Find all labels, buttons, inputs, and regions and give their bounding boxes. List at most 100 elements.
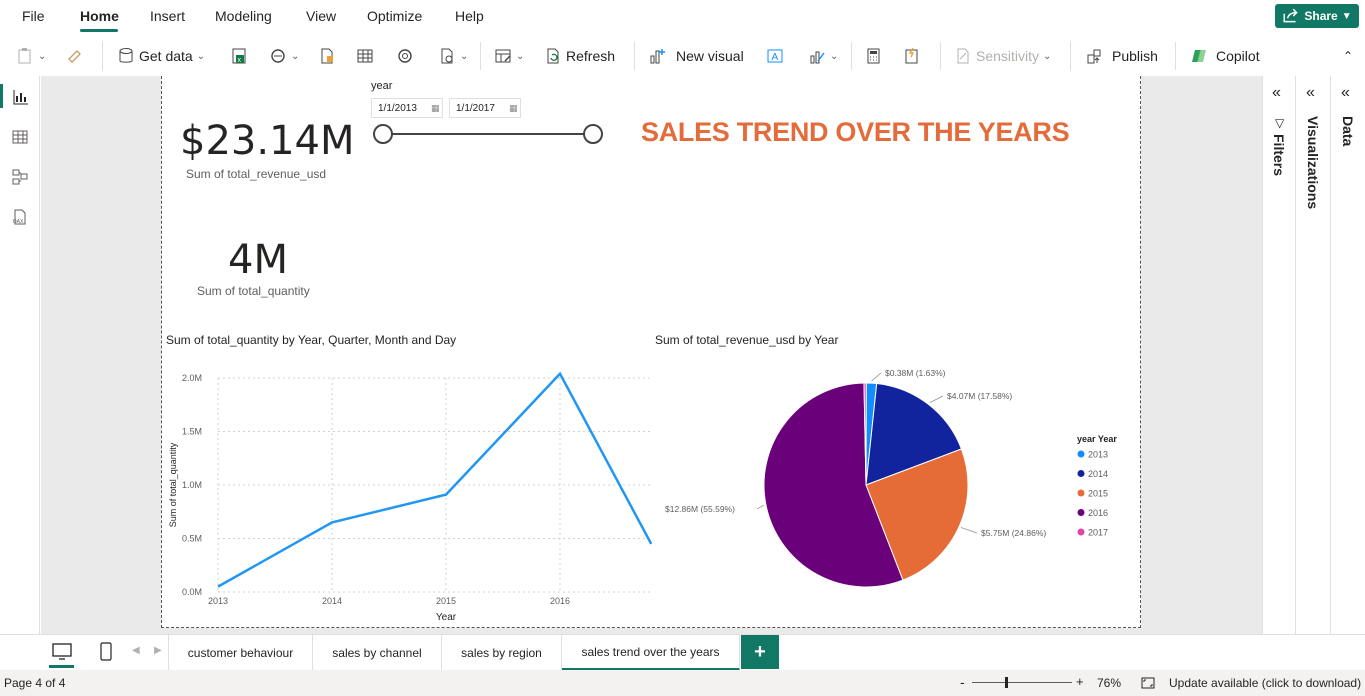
new-measure-button[interactable] — [864, 44, 882, 68]
x-tick-label: 2015 — [436, 596, 456, 606]
onelake-button[interactable]: ⌄ — [269, 44, 299, 68]
slicer-start-date[interactable]: 1/1/2013 ▦ — [371, 98, 443, 118]
slicer-start-handle[interactable] — [373, 124, 393, 144]
clock-document-icon — [441, 48, 453, 64]
status-bar: Page 4 of 4 - + 76% Update available (cl… — [0, 670, 1365, 696]
y-axis-title: Sum of total_quantity — [168, 442, 178, 527]
transform-data-button[interactable]: ⌄ — [494, 44, 524, 68]
visualizations-pane-title: Visualizations — [1305, 116, 1321, 210]
copilot-button[interactable]: Copilot — [1190, 44, 1260, 68]
menu-modeling[interactable]: Modeling — [215, 8, 272, 24]
tab-sales-by-region[interactable]: sales by region — [442, 635, 562, 671]
legend-item: 2013 — [1088, 450, 1108, 460]
paste-button[interactable]: ⌄ — [16, 44, 46, 68]
recent-sources-button[interactable]: ⌄ — [438, 44, 468, 68]
more-visuals-button[interactable]: ⌄ — [808, 44, 838, 68]
tab-sales-by-channel[interactable]: sales by channel — [313, 635, 442, 671]
quick-measure-button[interactable] — [902, 44, 920, 68]
desktop-layout-icon[interactable] — [51, 642, 73, 662]
menu-home[interactable]: Home — [80, 8, 119, 24]
dax-query-view-icon[interactable]: DAX — [11, 208, 29, 226]
y-tick-label: 2.0M — [182, 373, 202, 383]
slicer-start-value: 1/1/2013 — [378, 102, 417, 114]
fit-to-page-icon[interactable] — [1140, 675, 1156, 691]
scroll-right-icon[interactable]: ▶ — [154, 645, 162, 656]
scroll-left-icon[interactable]: ◀ — [132, 645, 140, 656]
share-button[interactable]: Share ▼ — [1275, 4, 1359, 28]
zoom-out-button[interactable]: - — [960, 674, 965, 690]
pie-leader-line — [871, 372, 882, 382]
menu-help[interactable]: Help — [455, 8, 484, 24]
pie-leader-line — [960, 527, 978, 534]
tab-customer-behaviour[interactable]: customer behaviour — [168, 635, 313, 671]
mobile-layout-icon[interactable] — [98, 641, 114, 663]
chevron-down-icon: ▼ — [1341, 10, 1352, 22]
publish-icon — [1087, 49, 1101, 64]
pie-data-label: $5.75M (24.86%) — [981, 528, 1046, 538]
active-layout-indicator — [49, 665, 74, 668]
chevron-down-icon: ⌄ — [291, 50, 300, 62]
line-chart: 0.0M 0.5M 1.0M 1.5M 2.0M 2013 2014 2015 2016 Year… — [168, 371, 653, 623]
add-page-button[interactable]: + — [741, 635, 779, 669]
text-box-button[interactable]: A — [766, 44, 784, 68]
legend-marker — [1077, 470, 1085, 477]
slicer-end-handle[interactable] — [583, 124, 603, 144]
filter-icon: ▽ — [1275, 116, 1285, 130]
quantity-card-label: Sum of total_quantity — [197, 284, 310, 298]
data-pane[interactable]: « Data — [1330, 76, 1365, 634]
report-view-icon[interactable] — [11, 88, 29, 106]
data-hub-button[interactable] — [396, 44, 414, 68]
onelake-icon — [271, 49, 285, 63]
divider — [940, 42, 941, 70]
format-painter-button[interactable] — [66, 44, 84, 68]
sensitivity-button[interactable]: Sensitivity ⌄ — [954, 44, 1051, 68]
collapse-data-icon[interactable]: « — [1341, 84, 1350, 102]
tab-sales-trend-over-the-years[interactable]: sales trend over the years — [562, 635, 740, 671]
filters-pane[interactable]: « ▽ Filters — [1262, 76, 1295, 634]
legend-marker — [1077, 528, 1085, 536]
collapse-visualizations-icon[interactable]: « — [1306, 84, 1315, 102]
slicer-end-date[interactable]: 1/1/2017 ▦ — [449, 98, 521, 118]
model-view-icon[interactable] — [11, 168, 29, 186]
new-visual-button[interactable]: New visual — [648, 44, 744, 68]
enter-data-button[interactable] — [356, 44, 374, 68]
menu-file[interactable]: File — [22, 8, 45, 24]
legend-item: 2016 — [1088, 508, 1108, 518]
pie-data-label: $4.07M (17.58%) — [947, 391, 1012, 401]
get-data-button[interactable]: Get data ⌄ — [117, 44, 205, 68]
chevron-down-icon: ⌄ — [38, 50, 47, 62]
zoom-slider-track[interactable] — [972, 682, 1072, 683]
zoom-level: 76% — [1097, 676, 1122, 690]
get-data-label: Get data — [139, 48, 193, 64]
table-view-icon[interactable] — [11, 128, 29, 146]
dataverse-button[interactable] — [318, 44, 336, 68]
legend-item: 2015 — [1088, 489, 1108, 499]
active-menu-indicator — [80, 29, 118, 32]
collapse-ribbon-button[interactable]: ⌃ — [1343, 44, 1353, 68]
pie-chart: $0.38M (1.63%) $4.07M (17.58%) $5.75M (24.… — [665, 368, 1117, 588]
divider — [1175, 42, 1176, 70]
menu-insert[interactable]: Insert — [150, 8, 185, 24]
pie-leader-line — [929, 395, 944, 404]
divider — [1070, 42, 1071, 70]
slicer-track — [383, 133, 593, 135]
menu-bar: File Home Insert Modeling View Optimize … — [0, 0, 1365, 34]
collapse-filters-icon[interactable]: « — [1272, 84, 1281, 102]
refresh-button[interactable]: Refresh — [544, 44, 615, 68]
revenue-card-value: $23.14M — [180, 118, 355, 164]
new-visual-icon — [650, 49, 665, 64]
y-tick-label: 0.0M — [182, 587, 202, 597]
y-tick-label: 0.5M — [182, 534, 202, 544]
share-label: Share — [1304, 9, 1338, 23]
visualizations-pane[interactable]: « Visualizations — [1295, 76, 1330, 634]
zoom-in-button[interactable]: + — [1076, 674, 1084, 689]
menu-view[interactable]: View — [306, 8, 336, 24]
format-painter-icon — [68, 50, 81, 63]
excel-button[interactable]: x — [230, 44, 248, 68]
update-available-link[interactable]: Update available (click to download) — [1169, 676, 1361, 690]
zoom-slider-handle[interactable] — [1005, 677, 1008, 688]
svg-text:x: x — [238, 57, 242, 64]
menu-optimize[interactable]: Optimize — [367, 8, 422, 24]
publish-button[interactable]: Publish — [1086, 44, 1158, 68]
database-icon — [119, 48, 133, 63]
